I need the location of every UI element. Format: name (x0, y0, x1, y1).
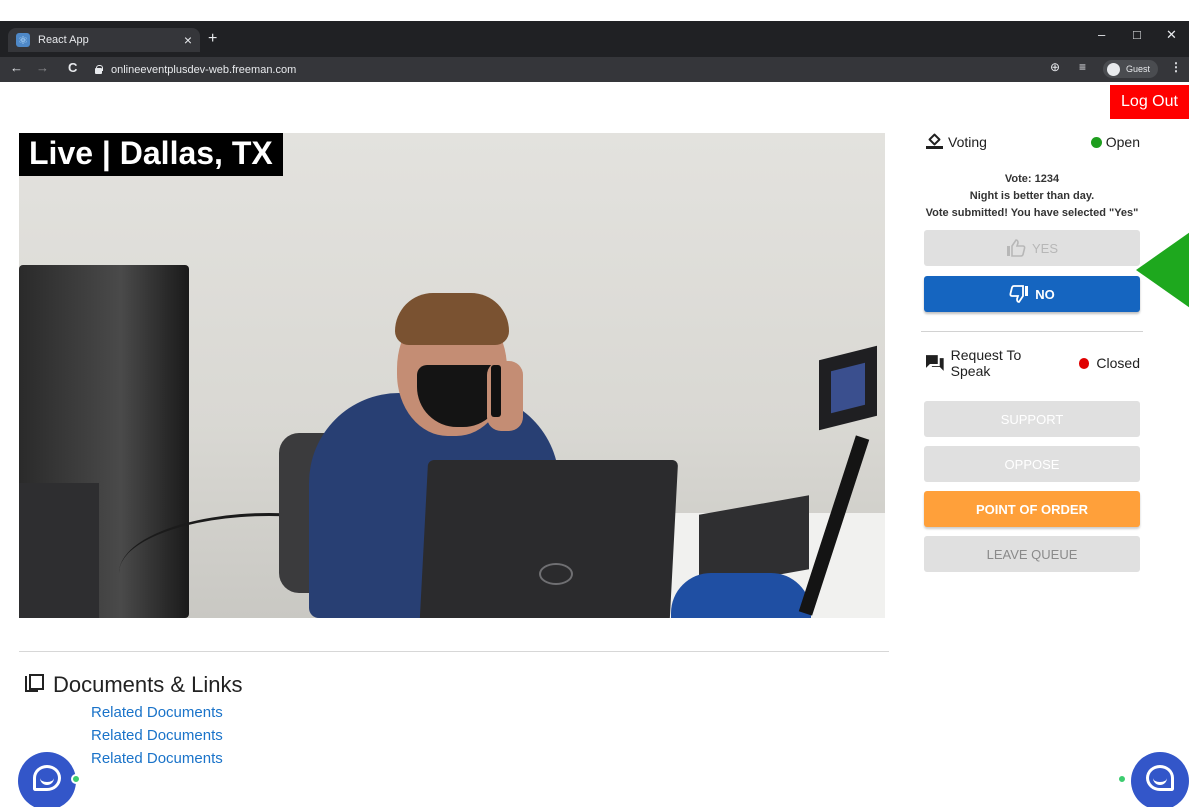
avatar-icon (1107, 62, 1120, 76)
lock-icon (94, 65, 103, 74)
video-mousepad (671, 573, 811, 618)
chat-widget-left-button[interactable] (18, 752, 76, 807)
new-tab-button[interactable]: + (208, 30, 217, 48)
voting-label: Voting (948, 134, 987, 150)
video-phone-shape (491, 365, 501, 417)
maximize-icon[interactable]: □ (1133, 27, 1141, 42)
video-back-laptop-screen (831, 362, 865, 414)
ballot-pen-icon (926, 133, 944, 150)
vote-no-button[interactable]: NO (924, 276, 1140, 312)
voting-header: Voting Open (926, 132, 1140, 152)
back-icon[interactable]: ← (10, 60, 23, 75)
voting-status: Open (1105, 134, 1140, 150)
request-to-speak-status: Closed (1096, 355, 1140, 371)
thumbs-down-icon (1009, 285, 1029, 303)
point-of-order-button[interactable]: POINT OF ORDER (924, 491, 1140, 527)
reading-list-icon[interactable]: ≡ (1079, 60, 1086, 74)
support-button[interactable]: SUPPORT (924, 401, 1140, 437)
vote-number: Vote: 1234 (1004, 173, 1060, 185)
pointer-arrow-icon (1136, 232, 1189, 308)
vote-yes-button[interactable]: YES (924, 230, 1140, 266)
vote-no-label: NO (1035, 286, 1055, 302)
url-text: onlineeventplusdev-web.freeman.com (111, 63, 297, 76)
vote-question: Night is better than day. (969, 190, 1095, 202)
vote-yes-label: YES (1031, 240, 1058, 256)
documents-header: Documents & Links (25, 672, 243, 698)
guest-profile-button[interactable]: Guest (1103, 60, 1158, 78)
video-laptop-logo (539, 563, 573, 585)
live-video-player[interactable]: Live | Dallas, TX (19, 133, 885, 618)
panel-separator (921, 331, 1143, 332)
browser-tab[interactable]: ⚛ React App × (8, 28, 200, 52)
browser-menu-icon[interactable]: ⋮ (1170, 60, 1182, 74)
online-status-dot-icon (1117, 774, 1127, 784)
video-front-laptop (419, 460, 679, 618)
leave-queue-button[interactable]: LEAVE QUEUE (924, 536, 1140, 572)
logout-button[interactable]: Log Out (1110, 85, 1189, 119)
documents-copy-icon (25, 674, 45, 696)
related-documents-link-1[interactable]: Related Documents (91, 704, 223, 721)
reload-icon[interactable]: C (68, 60, 77, 75)
close-window-icon[interactable]: ✕ (1166, 27, 1177, 43)
address-bar[interactable]: onlineeventplusdev-web.freeman.com (94, 60, 1052, 79)
status-closed-dot-icon (1078, 357, 1090, 369)
thumbs-up-icon (1006, 239, 1026, 257)
video-tower-shape (19, 483, 99, 618)
documents-title: Documents & Links (53, 672, 243, 697)
related-documents-link-3[interactable]: Related Documents (91, 750, 223, 767)
status-open-dot-icon (1090, 136, 1102, 148)
live-location-label: Live | Dallas, TX (19, 133, 283, 176)
forum-chat-icon (926, 355, 944, 371)
vote-submission-message: Vote submitted! You have selected "Yes" (925, 207, 1139, 219)
zoom-icon[interactable]: ⊕ (1050, 60, 1060, 74)
tab-title: React App (38, 34, 89, 46)
video-person-hair (395, 293, 509, 345)
app-frame: ⚛ React App × + – □ ✕ ← → C onlineeventp… (0, 0, 1189, 807)
content-divider (19, 651, 889, 652)
chat-widget-right-button[interactable] (1131, 752, 1189, 807)
oppose-button[interactable]: OPPOSE (924, 446, 1140, 482)
forward-icon[interactable]: → (36, 60, 49, 75)
react-favicon-icon: ⚛ (16, 33, 30, 47)
minimize-icon[interactable]: – (1098, 27, 1105, 42)
request-to-speak-header: Request To Speak Closed (926, 347, 1140, 379)
guest-label: Guest (1126, 64, 1151, 74)
request-to-speak-label: Request To Speak (950, 347, 1022, 379)
related-documents-link-2[interactable]: Related Documents (91, 727, 223, 744)
tab-close-icon[interactable]: × (184, 33, 192, 47)
online-status-dot-icon (71, 774, 81, 784)
